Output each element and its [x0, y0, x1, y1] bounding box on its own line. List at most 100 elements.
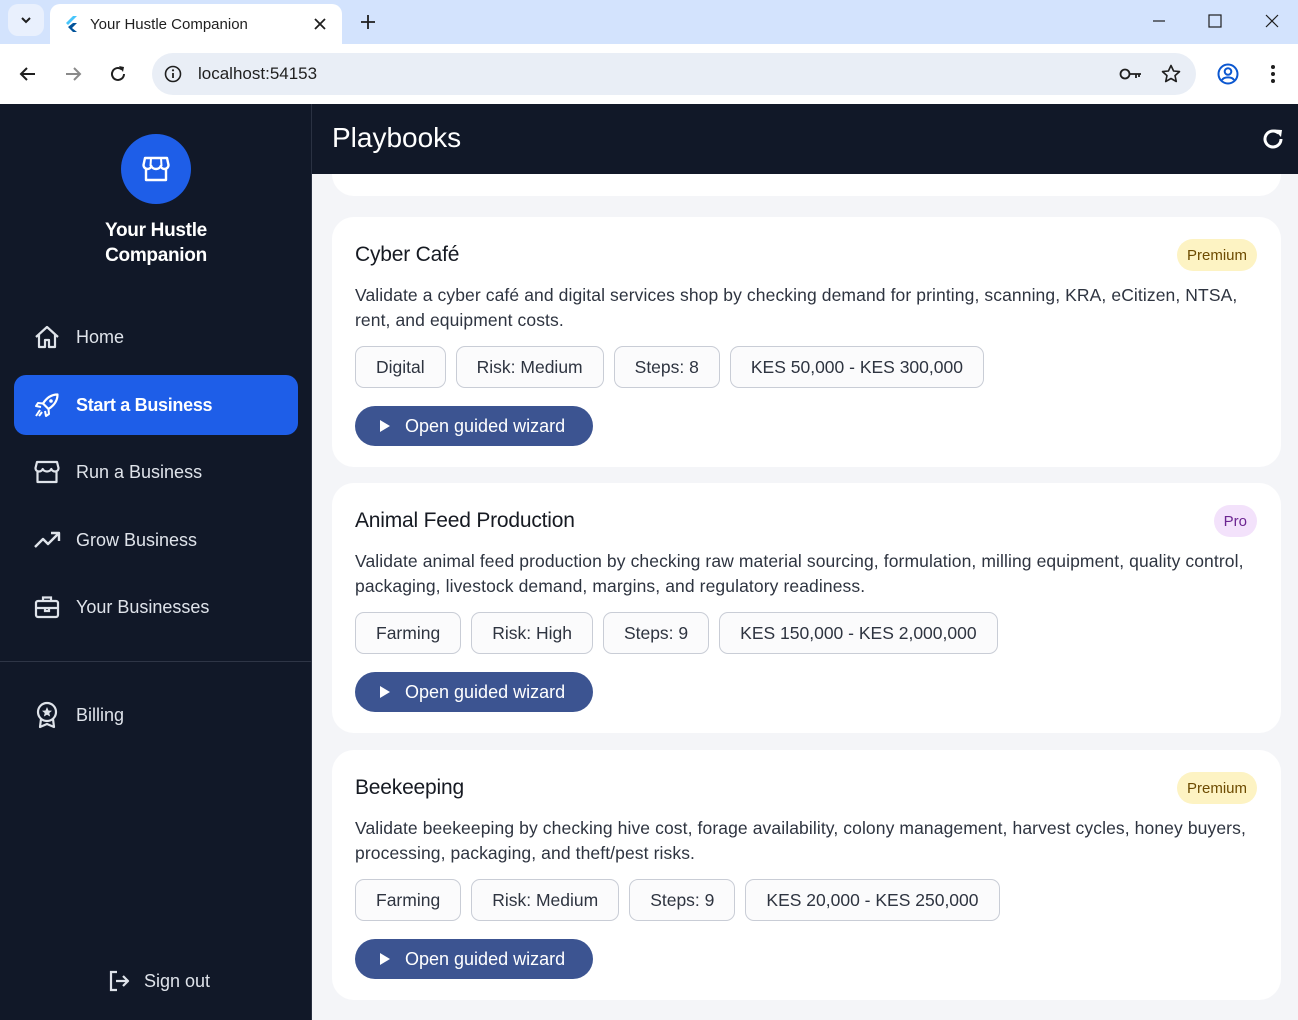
wizard-button-label: Open guided wizard — [405, 948, 566, 969]
url-text[interactable]: localhost:54153 — [198, 64, 1116, 84]
sidebar-item-billing[interactable]: Billing — [14, 685, 298, 745]
sidebar-item-label: Run a Business — [76, 461, 203, 482]
sign-out-label: Sign out — [144, 970, 211, 991]
playbook-chips: Digital Risk: Medium Steps: 8 KES 50,000… — [355, 346, 984, 388]
app-root: Your Hustle Companion Home Start a Busin… — [0, 104, 1298, 1020]
sidebar-item-home[interactable]: Home — [14, 307, 298, 367]
close-icon — [314, 18, 326, 30]
minimize-icon — [1153, 20, 1165, 22]
page-title: Playbooks — [332, 122, 462, 153]
playbook-card: Beekeeping Premium Validate beekeeping b… — [332, 750, 1281, 1000]
arrow-right-icon — [66, 67, 82, 81]
budget-chip: KES 150,000 - KES 2,000,000 — [719, 612, 998, 654]
maximize-button[interactable] — [1198, 6, 1232, 36]
maximize-icon — [1208, 14, 1222, 28]
address-bar[interactable]: localhost:54153 — [152, 53, 1196, 95]
profile-icon — [1217, 63, 1239, 85]
home-icon — [32, 322, 62, 352]
playbook-card: Animal Feed Production Pro Validate anim… — [332, 483, 1281, 733]
steps-chip: Steps: 9 — [602, 612, 710, 654]
browser-tab[interactable]: Your Hustle Companion — [50, 4, 342, 44]
risk-chip: Risk: Medium — [455, 346, 604, 388]
sign-out-button[interactable]: Sign out — [104, 966, 210, 996]
main-content: Playbooks Cyber Café Premium Validate a … — [312, 104, 1298, 1020]
playbook-title: Animal Feed Production — [355, 509, 575, 532]
category-chip: Digital — [355, 346, 446, 388]
site-info-icon[interactable] — [160, 61, 186, 87]
more-vertical-icon — [1271, 65, 1275, 83]
password-key-icon[interactable] — [1116, 59, 1146, 89]
sidebar-item-label: Your Businesses — [76, 596, 210, 617]
sidebar-item-grow-business[interactable]: Grow Business — [14, 510, 298, 570]
sidebar-item-label: Start a Business — [76, 394, 213, 415]
sidebar-item-label: Grow Business — [76, 529, 198, 550]
open-guided-wizard-button[interactable]: Open guided wizard — [355, 939, 593, 979]
playbook-description: Validate beekeeping by checking hive cos… — [355, 818, 1246, 863]
chevron-down-icon — [21, 17, 31, 24]
app-bar: Playbooks — [312, 104, 1298, 174]
trending-up-icon — [32, 525, 62, 555]
playbook-card: Cyber Café Premium Validate a cyber café… — [332, 217, 1281, 467]
brand-line-2: Companion — [105, 245, 207, 266]
refresh-icon — [1263, 129, 1283, 149]
browser-toolbar: localhost:54153 — [0, 44, 1298, 104]
rocket-icon — [32, 390, 62, 420]
sidebar-item-start-a-business[interactable]: Start a Business — [14, 375, 298, 435]
plus-icon — [361, 15, 375, 29]
app-logo — [121, 134, 191, 204]
tab-search-button[interactable] — [8, 4, 44, 36]
new-tab-button[interactable] — [354, 8, 382, 36]
arrow-left-icon — [19, 67, 35, 81]
reload-icon — [111, 66, 125, 81]
browser-tab-bar: Your Hustle Companion — [0, 0, 1298, 44]
wizard-button-label: Open guided wizard — [405, 415, 566, 436]
budget-chip: KES 20,000 - KES 250,000 — [745, 879, 1000, 921]
category-chip: Farming — [355, 612, 462, 654]
forward-button[interactable] — [57, 58, 89, 90]
play-icon — [380, 953, 390, 965]
steps-chip: Steps: 9 — [629, 879, 736, 921]
back-button[interactable] — [12, 58, 44, 90]
open-guided-wizard-button[interactable]: Open guided wizard — [355, 406, 593, 446]
browser-menu-button[interactable] — [1257, 58, 1289, 90]
sidebar-item-your-businesses[interactable]: Your Businesses — [14, 577, 298, 637]
logout-icon — [104, 966, 134, 996]
tab-close-button[interactable] — [310, 14, 330, 34]
play-icon — [380, 420, 390, 432]
play-icon — [380, 686, 390, 698]
bookmark-star-icon[interactable] — [1156, 59, 1186, 89]
badge-icon — [32, 700, 62, 730]
storefront-icon — [32, 457, 62, 487]
flutter-logo-icon — [66, 16, 77, 32]
playbook-title: Cyber Café — [355, 243, 460, 266]
playbook-chips: Farming Risk: Medium Steps: 9 KES 20,000… — [355, 879, 1000, 921]
sidebar-item-label: Home — [76, 326, 125, 347]
open-guided-wizard-button[interactable]: Open guided wizard — [355, 672, 593, 712]
sidebar-item-run-a-business[interactable]: Run a Business — [14, 442, 298, 502]
sidebar-item-label: Billing — [76, 704, 125, 725]
refresh-button[interactable] — [1258, 124, 1288, 154]
tab-title: Your Hustle Companion — [90, 15, 248, 33]
sidebar-divider — [0, 661, 312, 662]
tier-badge: Premium — [1176, 239, 1257, 271]
tier-badge: Premium — [1176, 772, 1257, 804]
risk-chip: Risk: Medium — [471, 879, 620, 921]
sidebar: Your Hustle Companion Home Start a Busin… — [0, 104, 312, 1020]
playbook-description: Validate animal feed production by check… — [355, 551, 1244, 596]
close-window-button[interactable] — [1255, 6, 1289, 36]
profile-button[interactable] — [1212, 58, 1244, 90]
brand-line-1: Your Hustle — [105, 220, 207, 241]
playbook-description: Validate a cyber café and digital servic… — [355, 285, 1238, 330]
playbook-chips: Farming Risk: High Steps: 9 KES 150,000 … — [355, 612, 998, 654]
risk-chip: Risk: High — [471, 612, 593, 654]
storefront-icon — [142, 156, 170, 182]
minimize-button[interactable] — [1142, 6, 1176, 36]
app-brand-name: Your Hustle Companion — [0, 218, 312, 268]
category-chip: Farming — [355, 879, 462, 921]
reload-button[interactable] — [102, 58, 134, 90]
tier-badge: Pro — [1213, 505, 1257, 537]
steps-chip: Steps: 8 — [613, 346, 720, 388]
wizard-button-label: Open guided wizard — [405, 681, 566, 702]
close-icon — [1265, 14, 1279, 28]
playbook-title: Beekeeping — [355, 776, 464, 799]
